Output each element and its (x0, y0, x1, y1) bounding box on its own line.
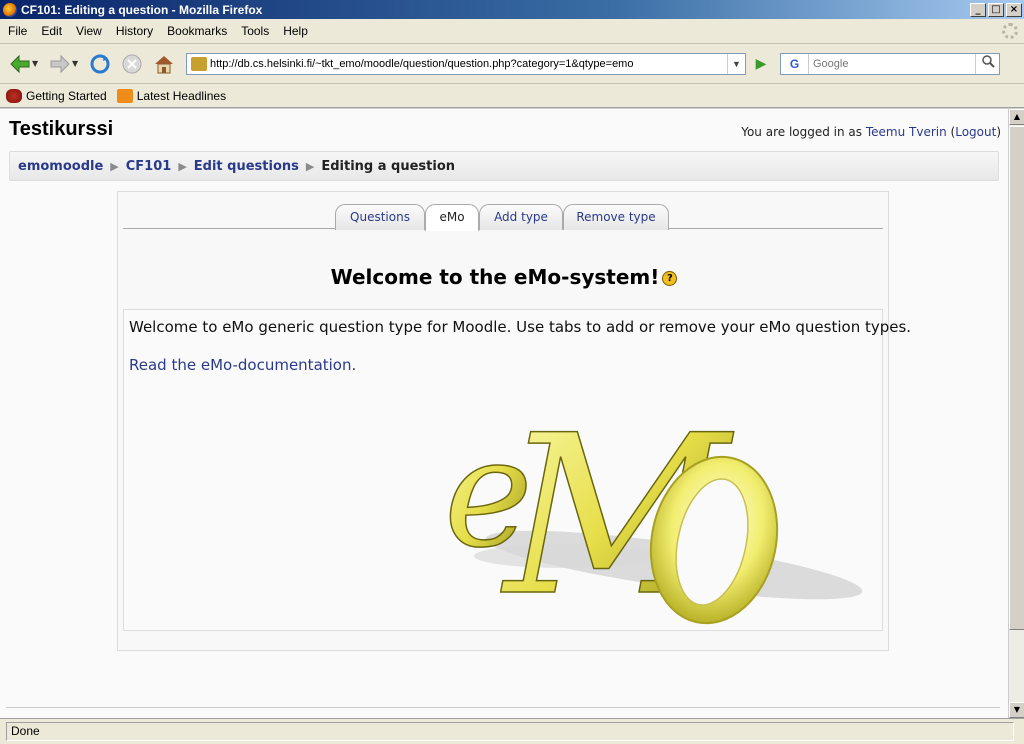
breadcrumb-cf101[interactable]: CF101 (126, 159, 172, 174)
scroll-up-icon[interactable]: ▲ (1009, 109, 1024, 125)
tab-questions[interactable]: Questions (335, 204, 425, 230)
stop-icon[interactable] (118, 50, 146, 78)
login-prefix: You are logged in as (741, 125, 863, 139)
intro-text: Welcome to eMo generic question type for… (129, 318, 912, 336)
welcome-content: Welcome to eMo generic question type for… (123, 309, 911, 631)
logout-link[interactable]: Logout (955, 125, 996, 139)
bookmark-getting-started[interactable]: Getting Started (6, 88, 107, 103)
scroll-down-icon[interactable]: ▼ (1009, 702, 1024, 718)
breadcrumb: emomoodle ▶ CF101 ▶ Edit questions ▶ Edi… (9, 151, 999, 181)
window-titlebar: CF101: Editing a question - Mozilla Fire… (0, 0, 1024, 19)
url-history-dropdown-icon[interactable]: ▼ (727, 53, 745, 74)
rss-feed-icon (116, 88, 133, 103)
bookmark-label: Getting Started (26, 88, 107, 103)
page-title-text: Welcome to the eMo-system! (330, 265, 660, 289)
menu-bar: File Edit View History Bookmarks Tools H… (0, 19, 1024, 44)
bookmark-latest-headlines[interactable]: Latest Headlines (116, 88, 227, 103)
footer-divider (6, 707, 1000, 708)
documentation-link[interactable]: Read the eMo-documentation (129, 356, 352, 374)
emo-main-box: Questions eMo Add type Remove type Welco… (117, 191, 911, 651)
doc-link-suffix: . (351, 356, 357, 374)
home-icon[interactable] (150, 50, 178, 78)
menu-view[interactable]: View (70, 24, 108, 38)
menu-tools[interactable]: Tools (235, 24, 275, 38)
minimize-button[interactable]: _ (970, 2, 986, 17)
search-icon[interactable] (975, 53, 999, 74)
menu-bookmarks[interactable]: Bookmarks (161, 24, 233, 38)
help-icon[interactable]: ? (662, 271, 678, 286)
window-title: CF101: Editing a question - Mozilla Fire… (21, 2, 263, 17)
navigation-toolbar: ▼ ▼ http://db.cs.helsinki.fi/~tkt_emo/mo… (0, 44, 1024, 84)
breadcrumb-edit-questions[interactable]: Edit questions (194, 159, 299, 174)
close-button[interactable]: × (1006, 2, 1022, 17)
tab-add-type[interactable]: Add type (479, 204, 563, 230)
breadcrumb-emomoodle[interactable]: emomoodle (18, 159, 103, 174)
doc-link-line: Read the eMo-documentation. (129, 356, 356, 374)
breadcrumb-separator-icon: ▶ (305, 159, 315, 173)
tab-emo[interactable]: eMo (425, 204, 479, 231)
search-bar[interactable]: G (780, 52, 1000, 75)
back-history-dropdown-icon[interactable]: ▼ (32, 59, 42, 68)
reload-icon[interactable] (86, 50, 114, 78)
site-name: Testikurssi (9, 118, 114, 140)
menu-file[interactable]: File (2, 24, 33, 38)
page-title: Welcome to the eMo-system!? (118, 265, 890, 289)
url-input[interactable]: http://db.cs.helsinki.fi/~tkt_emo/moodle… (210, 58, 727, 70)
firefox-icon (3, 2, 17, 17)
tab-row: Questions eMo Add type Remove type (123, 204, 883, 231)
breadcrumb-separator-icon: ▶ (110, 159, 119, 173)
menu-edit[interactable]: Edit (35, 24, 68, 38)
login-info: You are logged in as Teemu Tverin (Logou… (741, 125, 1001, 139)
user-profile-link[interactable]: Teemu Tverin (866, 125, 947, 139)
menu-help[interactable]: Help (277, 24, 314, 38)
google-engine-icon[interactable]: G (781, 53, 809, 74)
go-arrow-icon[interactable]: ▶ (750, 53, 772, 75)
maximize-button[interactable]: □ (988, 2, 1004, 17)
search-input[interactable] (809, 57, 975, 70)
throbber-icon (1002, 23, 1018, 39)
forward-arrow-icon[interactable] (46, 50, 74, 78)
back-arrow-icon[interactable] (6, 50, 34, 78)
menu-history[interactable]: History (110, 24, 159, 38)
breadcrumb-separator-icon: ▶ (178, 159, 187, 173)
page-viewport: Testikurssi You are logged in as Teemu T… (0, 109, 1008, 718)
url-bar[interactable]: http://db.cs.helsinki.fi/~tkt_emo/moodle… (186, 52, 746, 75)
breadcrumb-current: Editing a question (321, 158, 456, 174)
bookmarks-toolbar: Getting Started Latest Headlines (0, 84, 1024, 108)
firefox-bookmark-icon (6, 88, 22, 103)
vertical-scrollbar[interactable]: ▲ ▼ (1008, 109, 1024, 718)
status-text: Done (6, 722, 1014, 741)
scroll-thumb[interactable] (1009, 126, 1024, 630)
emo-logo: e M (444, 387, 863, 626)
tab-remove-type[interactable]: Remove type (563, 204, 669, 230)
status-bar: Done (0, 718, 1024, 744)
site-favicon-icon (191, 56, 207, 71)
bookmark-label: Latest Headlines (136, 88, 227, 103)
forward-history-dropdown-icon[interactable]: ▼ (72, 59, 82, 68)
